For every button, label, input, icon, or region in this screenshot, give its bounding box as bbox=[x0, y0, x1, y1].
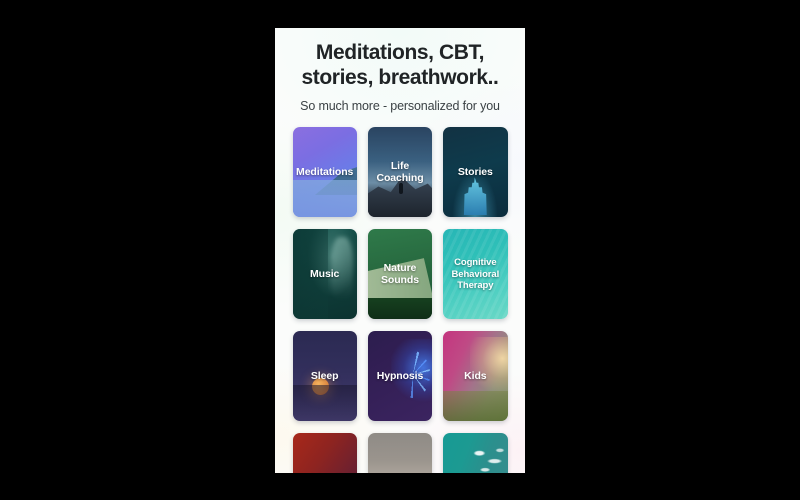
category-card-label: Spirituality bbox=[294, 472, 355, 473]
category-card[interactable]: Spirituality bbox=[292, 433, 357, 473]
category-card-label: Breathwork bbox=[443, 472, 507, 473]
breathwork-artwork bbox=[443, 433, 508, 473]
category-card-label: Meditations bbox=[296, 165, 354, 178]
category-card[interactable]: Meditations bbox=[292, 127, 357, 218]
emotional-artwork bbox=[367, 433, 433, 473]
category-card-label: Cognitive Behavioral Therapy bbox=[451, 257, 500, 292]
category-card-label: Stories bbox=[457, 165, 493, 178]
category-card[interactable]: Life Coaching bbox=[367, 127, 433, 218]
category-card[interactable]: Hypnosis bbox=[367, 331, 433, 422]
category-card-label: Kids bbox=[464, 369, 487, 382]
category-card[interactable]: Breathwork bbox=[443, 433, 508, 473]
category-grid: Meditations Life Coaching Stories Music Natu… bbox=[292, 127, 508, 473]
category-card[interactable]: Music bbox=[292, 229, 357, 320]
category-card-label: Music bbox=[310, 267, 340, 280]
category-card[interactable]: Stories bbox=[443, 127, 508, 218]
category-card-label: Emotional bbox=[371, 472, 429, 473]
category-card-label: Life Coaching bbox=[376, 159, 424, 185]
category-card-label: Hypnosis bbox=[376, 369, 424, 382]
category-card-label: Sleep bbox=[310, 369, 339, 382]
category-card[interactable]: Cognitive Behavioral Therapy bbox=[443, 229, 508, 320]
header: Meditations, CBT, stories, breathwork.. … bbox=[275, 28, 525, 113]
category-card-label: Nature Sounds bbox=[381, 261, 419, 287]
category-card[interactable]: Emotional bbox=[367, 433, 433, 473]
category-card[interactable]: Sleep bbox=[292, 331, 357, 422]
app-screen: Meditations, CBT, stories, breathwork.. … bbox=[275, 28, 525, 473]
category-card[interactable]: Kids bbox=[443, 331, 508, 422]
category-card[interactable]: Nature Sounds bbox=[367, 229, 433, 320]
page-subtitle: So much more - personalized for you bbox=[300, 99, 500, 114]
page-title: Meditations, CBT, stories, breathwork.. bbox=[301, 41, 499, 90]
spirituality-artwork bbox=[292, 433, 357, 473]
